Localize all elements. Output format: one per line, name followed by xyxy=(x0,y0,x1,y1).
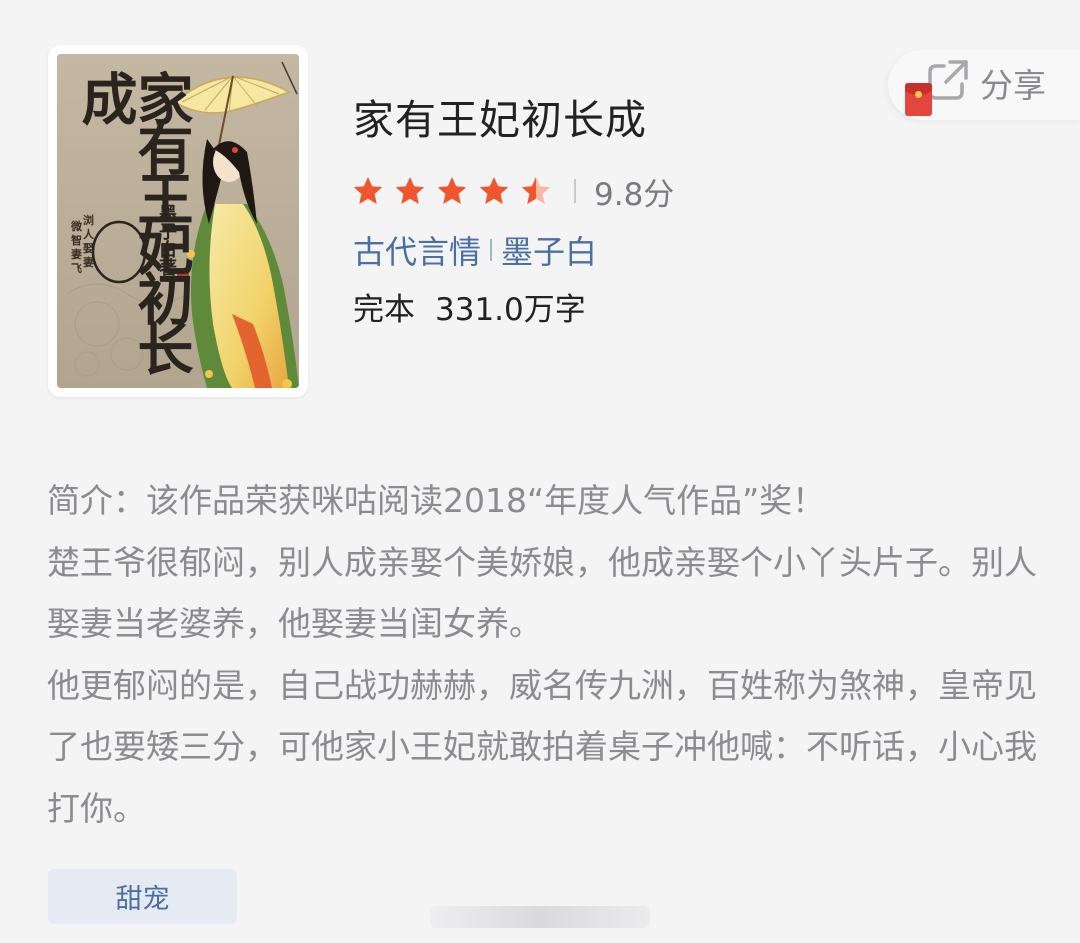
synopsis-paragraph: 他更郁闷的是，自己战功赫赫，威名传九洲，百姓称为煞神，皇帝见了也要矮三分，可他家… xyxy=(47,665,1037,828)
author-link[interactable]: 墨子白 xyxy=(501,227,597,273)
cover-image: 浏人娶妻 微智妻飞 家有王妃初长成 墨子白著 xyxy=(57,54,299,388)
category-author-row: 古代言情 墨子白 xyxy=(353,226,597,274)
word-count: 331.0万字 xyxy=(435,292,586,328)
star-full-icon xyxy=(395,177,425,204)
rating-divider xyxy=(574,179,576,203)
blurred-watermark xyxy=(430,906,650,928)
book-title: 家有王妃初长成 xyxy=(353,96,647,144)
status-row: 完本 331.0万字 xyxy=(353,284,586,329)
star-full-icon xyxy=(353,177,383,204)
synopsis-paragraph: 楚王爷很郁闷，别人成亲娶个美娇娘，他成亲娶个小丫头片子。别人娶妻当老婆养，他娶妻… xyxy=(47,542,1037,644)
book-synopsis: 简介：该作品荣获咪咕阅读2018“年度人气作品”奖！ 楚王爷很郁闷，别人成亲娶个… xyxy=(47,470,1047,839)
star-full-icon xyxy=(479,177,509,204)
rating-score: 9.8分 xyxy=(594,176,675,213)
completion-status: 完本 xyxy=(353,292,415,328)
rating-row: 9.8分 xyxy=(352,170,675,213)
red-envelope-icon xyxy=(905,83,932,116)
book-cover[interactable]: 浏人娶妻 微智妻飞 家有王妃初长成 墨子白著 xyxy=(48,45,308,397)
category-link[interactable]: 古代言情 xyxy=(353,227,481,273)
star-half-icon xyxy=(521,177,551,204)
meta-divider xyxy=(490,239,493,261)
share-label: 分享 xyxy=(980,66,1046,105)
cover-author-calligraphy: 墨子白著 xyxy=(156,204,177,276)
share-button[interactable]: 分享 xyxy=(888,50,1080,120)
synopsis-award-line: 简介：该作品荣获咪咕阅读2018“年度人气作品”奖！ xyxy=(47,481,826,520)
tag-chip[interactable]: 甜宠 xyxy=(48,869,237,924)
star-full-icon xyxy=(437,177,467,204)
star-rating xyxy=(352,175,552,207)
